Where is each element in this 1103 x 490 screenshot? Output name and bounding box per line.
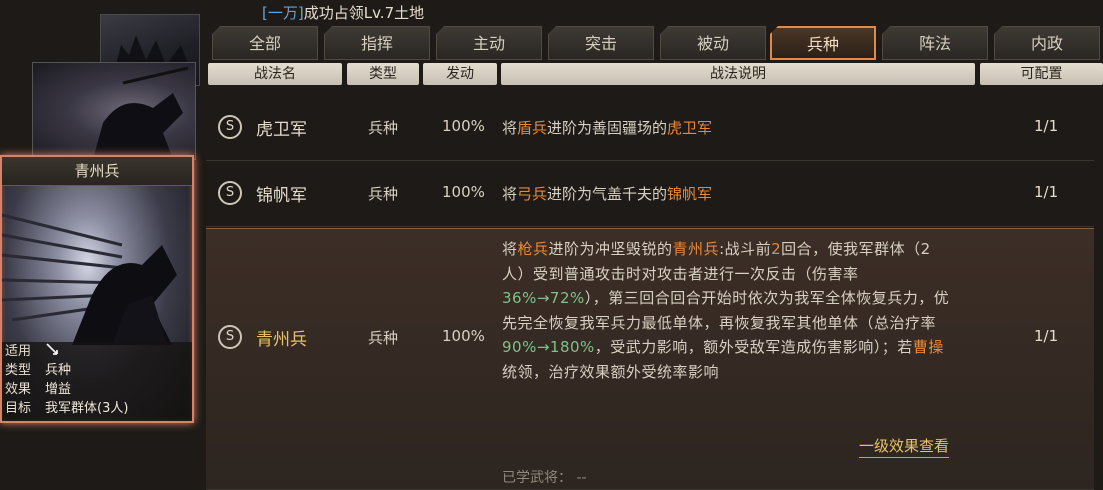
status-message: [一万]成功占领Lv.7土地 xyxy=(262,2,424,23)
skill-rate: 100% xyxy=(442,183,485,201)
skill-config: 1/1 xyxy=(1034,327,1059,345)
header-type[interactable]: 类型 xyxy=(347,63,419,85)
tab-troop-type[interactable]: 兵种 xyxy=(770,26,876,60)
info-value: 兵种 xyxy=(45,363,72,378)
desc-highlight: 枪兵 xyxy=(517,240,549,258)
tab-formation[interactable]: 阵法 xyxy=(882,26,988,60)
header-config[interactable]: 可配置 xyxy=(980,63,1103,85)
info-value xyxy=(45,342,59,361)
status-level: Lv.7 xyxy=(363,4,395,22)
status-text: 成功占领 xyxy=(303,4,364,22)
selected-skill-card[interactable]: 青州兵 适用 类型 兵种 效果 增益 目标 我军群体(3人) xyxy=(0,155,194,423)
tab-active[interactable]: 主动 xyxy=(436,26,542,60)
skill-config: 1/1 xyxy=(1034,117,1059,135)
skill-type: 兵种 xyxy=(368,329,399,347)
background-card-art-2 xyxy=(32,62,196,160)
skill-description: 将盾兵进阶为善固疆场的虎卫军 xyxy=(502,117,712,138)
table-row[interactable]: S 虎卫军 兵种 100% 将盾兵进阶为善固疆场的虎卫军 1/1 xyxy=(206,94,1094,161)
table-row-selected[interactable]: S 青州兵 兵种 100% 将枪兵进阶为冲坚毁锐的青州兵:战斗前2回合，使我军群… xyxy=(206,228,1094,490)
header-rate[interactable]: 发动 xyxy=(423,63,497,85)
tab-internal-affairs[interactable]: 内政 xyxy=(994,26,1100,60)
card-info-row: 目标 我军群体(3人) xyxy=(2,399,192,418)
status-prefix: [一万] xyxy=(262,4,304,22)
desc-text: 进阶为气盖千夫的 xyxy=(547,185,668,203)
level-one-effect-link[interactable]: 一级效果查看 xyxy=(859,435,950,458)
skill-rate: 100% xyxy=(442,117,485,135)
card-title: 青州兵 xyxy=(2,157,192,186)
desc-text: 将 xyxy=(502,185,518,203)
card-info-row: 效果 增益 xyxy=(2,380,192,399)
desc-highlight: 弓兵 xyxy=(517,185,548,203)
skill-type: 兵种 xyxy=(368,119,399,137)
tab-command[interactable]: 指挥 xyxy=(324,26,430,60)
desc-value-green: 90%→180% xyxy=(502,338,595,356)
desc-text: 进阶为善固疆场的 xyxy=(547,119,668,137)
card-artwork xyxy=(2,185,192,345)
desc-highlight: 锦帆军 xyxy=(667,185,713,203)
desc-highlight: 盾兵 xyxy=(517,119,548,137)
header-name[interactable]: 战法名 xyxy=(208,63,342,85)
learned-generals: 已学武将： -- xyxy=(502,470,587,486)
desc-highlight: 虎卫军 xyxy=(667,119,713,137)
spear-icon xyxy=(46,343,58,355)
skill-name: 锦帆军 xyxy=(256,186,307,206)
skill-name: 虎卫军 xyxy=(256,120,307,140)
card-info-row: 类型 兵种 xyxy=(2,361,192,380)
card-info-panel: 适用 类型 兵种 效果 增益 目标 我军群体(3人) xyxy=(2,342,192,421)
desc-highlight: 青州兵 xyxy=(672,240,720,258)
info-key: 目标 xyxy=(5,401,32,416)
info-key: 适用 xyxy=(5,344,32,359)
desc-text: 进阶为冲坚毁锐的 xyxy=(548,240,673,258)
status-suffix: 土地 xyxy=(394,4,425,22)
desc-highlight: 曹操 xyxy=(912,338,944,356)
desc-text: 将 xyxy=(502,119,518,137)
header-desc: 战法说明 xyxy=(501,63,975,85)
desc-text: 将 xyxy=(502,240,518,258)
skill-description: 将弓兵进阶为气盖千夫的锦帆军 xyxy=(502,183,712,204)
grade-badge: S xyxy=(218,115,242,139)
info-value: 我军群体(3人) xyxy=(45,401,129,416)
info-key: 类型 xyxy=(5,363,32,378)
card-info-row: 适用 xyxy=(2,342,192,361)
desc-highlight: 2 xyxy=(771,240,782,258)
skill-config: 1/1 xyxy=(1034,183,1059,201)
desc-text: :战斗前 xyxy=(719,240,772,258)
grade-badge: S xyxy=(218,325,242,349)
table-row[interactable]: S 锦帆军 兵种 100% 将弓兵进阶为气盖千夫的锦帆军 1/1 xyxy=(206,160,1094,227)
skill-name: 青州兵 xyxy=(256,330,307,350)
cavalry-silhouette-icon xyxy=(93,66,189,159)
skill-rate: 100% xyxy=(442,327,485,345)
tab-passive[interactable]: 被动 xyxy=(660,26,766,60)
tab-assault[interactable]: 突击 xyxy=(548,26,654,60)
desc-text: ，受武力影响，额外受敌军造成伤害影响）；若 xyxy=(594,338,913,356)
grade-badge: S xyxy=(218,181,242,205)
desc-value-green: 36%→72% xyxy=(502,289,585,307)
tab-all[interactable]: 全部 xyxy=(212,26,318,60)
skill-type: 兵种 xyxy=(368,185,399,203)
desc-text: 统领，治疗效果额外受统率影响 xyxy=(502,362,720,381)
info-key: 效果 xyxy=(5,382,32,397)
info-value: 增益 xyxy=(45,382,72,397)
skill-description: 将枪兵进阶为冲坚毁锐的青州兵:战斗前2回合，使我军群体（2人）受到普通攻击时对攻… xyxy=(502,237,952,384)
